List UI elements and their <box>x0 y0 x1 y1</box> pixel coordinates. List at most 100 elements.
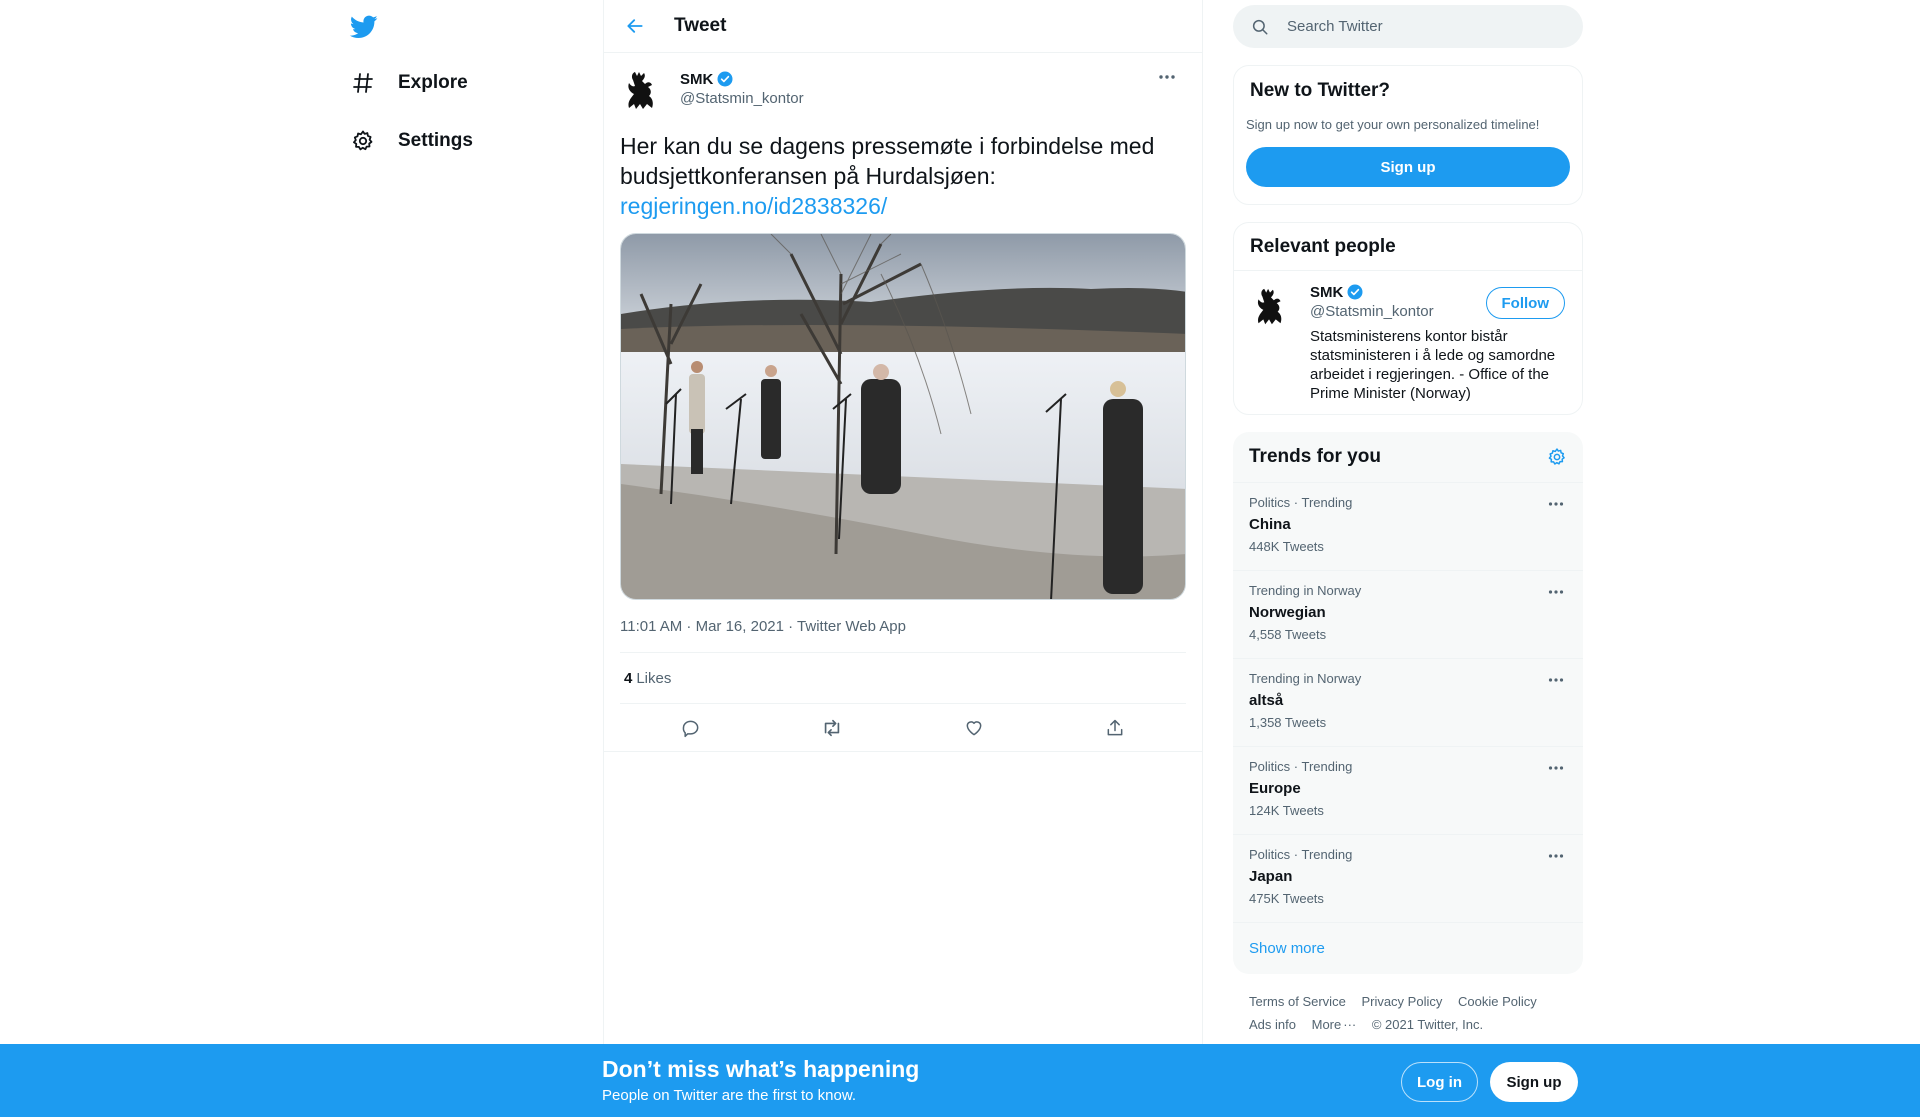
avatar[interactable] <box>620 68 662 114</box>
trend-more-button[interactable] <box>1543 579 1569 605</box>
reply-button[interactable] <box>674 711 708 745</box>
privacy-link[interactable]: Privacy Policy <box>1361 990 1442 1013</box>
trend-more-button[interactable] <box>1543 755 1569 781</box>
search-icon <box>1252 19 1268 34</box>
nav-explore-label: Explore <box>398 72 468 93</box>
show-more-link[interactable]: Show more <box>1233 922 1583 974</box>
trend-item[interactable]: Politics · Trending Europe 124K Tweets <box>1233 746 1583 834</box>
more-dots-icon: ··· <box>1343 1017 1357 1032</box>
retweet-button[interactable] <box>815 711 849 745</box>
trend-item[interactable]: Trending in Norway Norwegian 4,558 Tweets <box>1233 570 1583 658</box>
tweet-timestamp[interactable]: 11:01 AM · Mar 16, 2021 · Twitter Web Ap… <box>620 618 1186 653</box>
reply-icon <box>682 720 699 737</box>
tweet-header: Tweet <box>604 0 1202 53</box>
trend-context: Trending in Norway <box>1249 671 1362 686</box>
trends-title: Trends for you <box>1249 446 1381 467</box>
trend-item[interactable]: Politics · Trending Japan 475K Tweets <box>1233 834 1583 922</box>
trend-context: Politics · Trending <box>1249 847 1353 862</box>
trend-name: Europe <box>1249 780 1301 797</box>
log-in-button[interactable]: Log in <box>1401 1062 1478 1102</box>
back-button[interactable] <box>618 9 652 43</box>
new-to-twitter-subtitle: Sign up now to get your own personalized… <box>1246 117 1540 132</box>
banner-sign-up-button[interactable]: Sign up <box>1490 1062 1578 1102</box>
main-column: Tweet SMK @Statsmin_kontor Her kan du se… <box>603 0 1203 1117</box>
more-label: More <box>1311 1017 1342 1032</box>
person-bio: Statsministerens kontor bistår statsmini… <box>1310 328 1556 402</box>
trend-name: Norwegian <box>1249 604 1326 621</box>
more-dots-icon <box>1548 678 1564 682</box>
nav-settings[interactable]: Settings <box>350 121 473 161</box>
copyright: © 2021 Twitter, Inc. <box>1371 1017 1484 1032</box>
sign-up-button[interactable]: Sign up <box>1246 147 1570 187</box>
relevant-people-title: Relevant people <box>1250 235 1396 257</box>
divider <box>604 751 1202 752</box>
new-to-twitter-title: New to Twitter? <box>1250 80 1391 101</box>
trend-context: Politics · Trending <box>1249 495 1353 510</box>
likes-row[interactable]: 4 Likes <box>620 653 1186 704</box>
more-link[interactable]: More ··· <box>1312 1013 1357 1036</box>
tweet-media-photo[interactable] <box>620 233 1186 600</box>
verified-badge-icon <box>717 71 733 87</box>
relevant-people-card: Relevant people SMK @Statsmin_kontor Sta… <box>1233 222 1583 415</box>
share-icon <box>1107 719 1123 735</box>
search-input[interactable] <box>1287 18 1547 35</box>
footer-links: Terms of Service Privacy Policy Cookie P… <box>1233 990 1583 1036</box>
trend-count: 4,558 Tweets <box>1249 627 1327 642</box>
gear-icon <box>350 128 376 154</box>
search-bar[interactable] <box>1233 5 1583 48</box>
trend-context: Politics · Trending <box>1249 759 1353 774</box>
cookie-link[interactable]: Cookie Policy <box>1458 990 1537 1013</box>
like-icon <box>966 720 982 735</box>
verified-badge-icon <box>1347 284 1363 300</box>
tweet-link[interactable]: regjeringen.no/id2838326/ <box>620 191 887 221</box>
signup-banner: Don’t miss what’s happening People on Tw… <box>0 1044 1920 1117</box>
tweet: SMK @Statsmin_kontor Her kan du se dagen… <box>604 68 1202 752</box>
more-dots-icon <box>1548 502 1564 506</box>
ads-info-link[interactable]: Ads info <box>1249 1013 1296 1036</box>
trend-count: 448K Tweets <box>1249 539 1324 554</box>
relevant-person[interactable]: SMK @Statsmin_kontor Statsministerens ko… <box>1234 271 1582 403</box>
tweet-text: Her kan du se dagens pressemøte i forbin… <box>620 131 1186 221</box>
trend-name: Japan <box>1249 868 1293 885</box>
likes-label: Likes <box>636 669 672 687</box>
trend-count: 475K Tweets <box>1249 891 1324 906</box>
arrow-left-icon <box>627 19 643 33</box>
author-name[interactable]: SMK <box>680 71 713 88</box>
trend-name: altså <box>1249 692 1284 709</box>
more-dots-icon <box>1548 766 1564 770</box>
tweet-body: Her kan du se dagens pressemøte i forbin… <box>620 133 1155 189</box>
banner-subtitle: People on Twitter are the first to know. <box>602 1087 857 1104</box>
trend-count: 1,358 Tweets <box>1249 715 1327 730</box>
trend-count: 124K Tweets <box>1249 803 1324 818</box>
more-options-button[interactable] <box>1152 62 1182 92</box>
banner-title: Don’t miss what’s happening <box>602 1056 920 1082</box>
trends-card: Trends for you Politics · Trending China 4… <box>1233 432 1583 974</box>
avatar[interactable] <box>1250 285 1290 329</box>
gear-icon[interactable] <box>1547 447 1567 467</box>
share-button[interactable] <box>1098 711 1132 745</box>
person-name[interactable]: SMK <box>1310 284 1343 301</box>
trend-more-button[interactable] <box>1543 843 1569 869</box>
trend-item[interactable]: Trending in Norway altså 1,358 Tweets <box>1233 658 1583 746</box>
twitter-bird-icon[interactable] <box>349 12 379 40</box>
terms-link[interactable]: Terms of Service <box>1249 990 1346 1013</box>
trend-context: Trending in Norway <box>1249 583 1362 598</box>
follow-button[interactable]: Follow <box>1485 287 1565 319</box>
like-button[interactable] <box>957 711 991 745</box>
retweet-icon <box>825 719 840 736</box>
new-to-twitter-card: New to Twitter? Sign up now to get your … <box>1233 65 1583 205</box>
trend-name: China <box>1249 516 1291 533</box>
author-names: SMK @Statsmin_kontor <box>680 70 804 114</box>
nav-explore[interactable]: Explore <box>350 63 468 103</box>
more-dots-icon <box>1159 75 1175 79</box>
more-dots-icon <box>1548 590 1564 594</box>
trend-more-button[interactable] <box>1543 667 1569 693</box>
trend-more-button[interactable] <box>1543 491 1569 517</box>
more-dots-icon <box>1548 854 1564 858</box>
tweet-actions <box>620 704 1186 751</box>
page-title: Tweet <box>674 15 727 36</box>
hashtag-icon <box>350 70 376 96</box>
author-handle[interactable]: @Statsmin_kontor <box>680 90 804 107</box>
tweet-author: SMK @Statsmin_kontor <box>620 68 1186 114</box>
trend-item[interactable]: Politics · Trending China 448K Tweets <box>1233 482 1583 570</box>
